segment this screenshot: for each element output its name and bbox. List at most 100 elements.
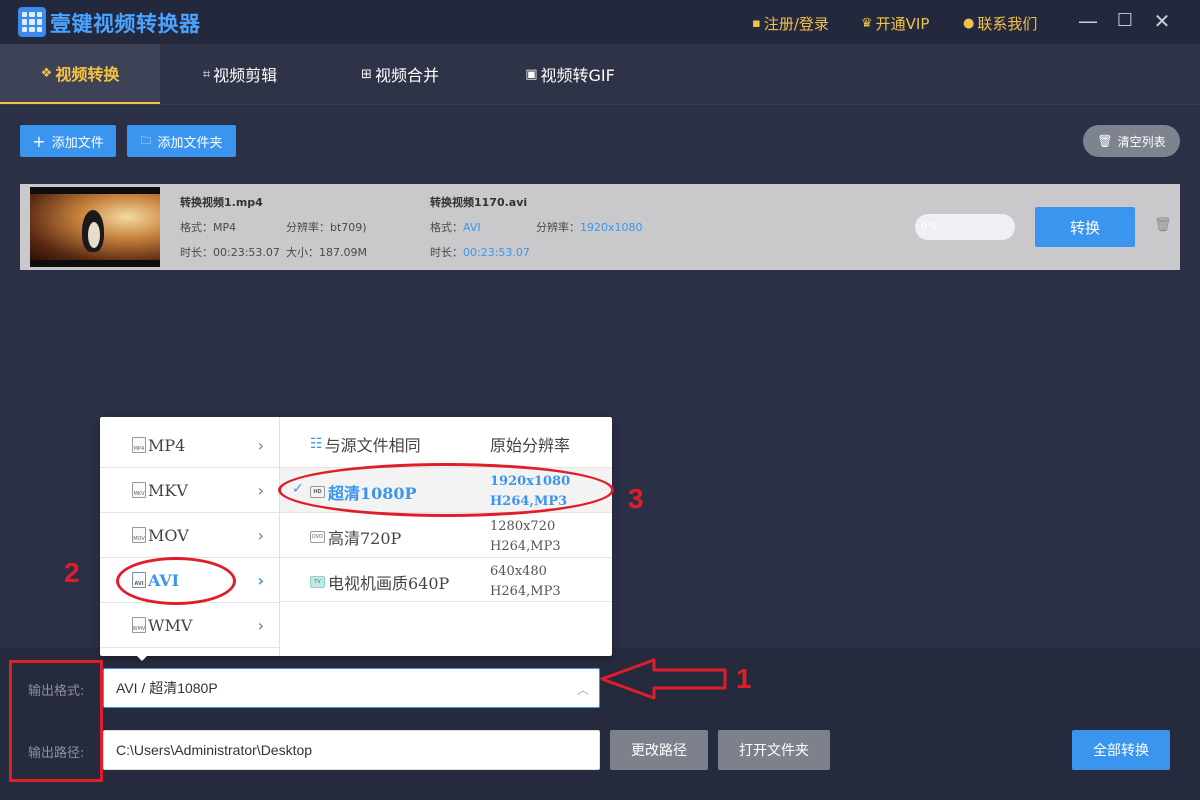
- source-size: 大小：187.09M: [286, 246, 367, 259]
- annotation-number-1: 1: [736, 663, 752, 694]
- app-title: 壹键视频转换器: [50, 12, 201, 36]
- tab-label: 视频合并: [374, 66, 439, 85]
- format-item-mp4[interactable]: MP4 MP4 ›: [100, 423, 280, 468]
- trash-icon: 🗑: [1097, 134, 1113, 148]
- tv-icon: TV: [310, 576, 325, 588]
- quality-label: 高清720P: [328, 529, 402, 548]
- same-as-source-label: 与源文件相同: [324, 436, 421, 455]
- quality-label: 电视机画质640P: [328, 574, 450, 593]
- quality-item-720p[interactable]: DVD 高清720P 1280x720 H264,MP3: [280, 512, 612, 557]
- format-label: MOV: [148, 525, 189, 545]
- annotation-ellipse-1080p: [278, 463, 614, 517]
- contact-label: 联系我们: [977, 15, 1038, 33]
- format-label: MKV: [148, 480, 188, 500]
- mkv-file-icon: MKV: [132, 482, 146, 498]
- tab-video-edit[interactable]: ⌗ 视频剪辑: [160, 44, 320, 104]
- format-label: MP4: [148, 435, 186, 455]
- close-icon[interactable]: ✕: [1152, 11, 1172, 31]
- contact-link[interactable]: ● 联系我们: [963, 13, 1037, 34]
- output-format-value: AVI / 超清1080P: [116, 680, 218, 696]
- tab-video-merge[interactable]: ⊞ 视频合并: [320, 44, 480, 104]
- vip-link[interactable]: ♛ 开通VIP: [861, 13, 929, 34]
- quality-item-640p[interactable]: TV 电视机画质640P 640x480 H264,MP3: [280, 557, 612, 602]
- tab-label: 视频转换: [55, 65, 120, 84]
- crown-icon: ♛: [861, 16, 873, 31]
- tab-video-convert[interactable]: ❖ 视频转换: [0, 44, 160, 104]
- gif-icon: ▣: [525, 66, 538, 82]
- mp4-file-icon: MP4: [132, 437, 146, 453]
- target-file-name: 转换视频1170.avi: [430, 196, 528, 209]
- app-logo-icon: [18, 7, 46, 37]
- format-item-mkv[interactable]: MKV MKV ›: [100, 468, 280, 513]
- sliders-icon: ☷: [310, 436, 323, 452]
- format-item-mov[interactable]: MOV MOV ›: [100, 513, 280, 558]
- headset-icon: ●: [963, 16, 975, 31]
- format-list: MP4 MP4 › MKV MKV › MOV MOV › AVI AVI › …: [100, 417, 280, 656]
- original-resolution-label: 原始分辨率: [490, 436, 571, 455]
- tab-label: 视频剪辑: [213, 66, 278, 85]
- add-folder-label: 添加文件夹: [157, 135, 223, 151]
- clear-list-button[interactable]: 🗑 清空列表: [1083, 125, 1180, 157]
- chevron-right-icon: ›: [257, 481, 264, 500]
- title-bar: 壹键视频转换器 ▪ 注册/登录 ♛ 开通VIP ● 联系我们 — ☐ ✕: [0, 0, 1200, 44]
- tab-label: 视频转GIF: [540, 66, 615, 85]
- tab-video-gif[interactable]: ▣ 视频转GIF: [480, 44, 660, 104]
- annotation-number-2: 2: [64, 557, 80, 588]
- quality-codec: H264,MP3: [490, 539, 561, 554]
- open-folder-button[interactable]: 打开文件夹: [718, 730, 830, 770]
- file-row: 转换视频1.mp4 格式：MP4 分辨率：bt709) 时长：00:23:53.…: [20, 184, 1180, 270]
- target-format: 格式：AVI: [430, 221, 481, 234]
- quality-resolution: 640x480: [490, 564, 547, 579]
- format-item-wmv[interactable]: WMV WMV ›: [100, 603, 280, 648]
- quality-header[interactable]: ☷ 与源文件相同 原始分辨率: [280, 417, 612, 467]
- output-format-select[interactable]: AVI / 超清1080P ︿: [103, 668, 600, 708]
- chevron-up-icon: ︿: [576, 683, 589, 697]
- annotation-arrow-icon: [600, 658, 727, 700]
- annotation-ellipse-avi: [116, 557, 236, 605]
- vip-label: 开通VIP: [875, 15, 930, 33]
- quality-codec: H264,MP3: [490, 584, 561, 599]
- cut-icon: ⌗: [202, 66, 211, 82]
- convert-all-button[interactable]: 全部转换: [1072, 730, 1170, 770]
- convert-icon: ❖: [40, 65, 53, 81]
- chevron-right-icon: ›: [257, 526, 264, 545]
- register-login-link[interactable]: ▪ 注册/登录: [752, 13, 829, 34]
- quality-resolution: 1280x720: [490, 519, 556, 534]
- plus-icon: +: [32, 131, 46, 151]
- wmv-file-icon: WMV: [132, 617, 146, 633]
- dvd-icon: DVD: [310, 531, 325, 543]
- clear-list-label: 清空列表: [1117, 134, 1166, 149]
- output-path-value: C:\Users\Administrator\Desktop: [116, 742, 313, 758]
- card-icon: ▪: [752, 16, 761, 31]
- add-file-button[interactable]: + 添加文件: [20, 125, 116, 157]
- minimize-icon[interactable]: —: [1078, 11, 1098, 31]
- format-dropdown: MP4 MP4 › MKV MKV › MOV MOV › AVI AVI › …: [100, 417, 612, 656]
- progress-bar: 0%: [915, 214, 1015, 240]
- add-file-label: 添加文件: [51, 135, 104, 151]
- annotation-number-3: 3: [628, 483, 644, 514]
- chevron-right-icon: ›: [257, 571, 264, 590]
- delete-icon[interactable]: 🗑: [1154, 217, 1172, 233]
- source-resolution: 分辨率：bt709): [286, 221, 367, 234]
- main-tabs: ❖ 视频转换 ⌗ 视频剪辑 ⊞ 视频合并 ▣ 视频转GIF: [0, 44, 1200, 105]
- progress-text: 0%: [921, 221, 937, 232]
- chevron-right-icon: ›: [257, 616, 264, 635]
- convert-button[interactable]: 转换: [1035, 207, 1135, 247]
- merge-icon: ⊞: [361, 66, 372, 82]
- source-format: 格式：MP4: [180, 221, 237, 234]
- format-label: WMV: [148, 615, 193, 635]
- maximize-icon[interactable]: ☐: [1115, 11, 1135, 31]
- add-folder-button[interactable]: 🗀 添加文件夹: [127, 125, 236, 157]
- register-login-label: 注册/登录: [763, 15, 829, 33]
- chevron-right-icon: ›: [257, 436, 264, 455]
- dropdown-caret: [135, 654, 149, 661]
- target-duration: 时长：00:23:53.07: [430, 246, 530, 259]
- source-duration: 时长：00:23:53.07: [180, 246, 280, 259]
- output-path-input[interactable]: C:\Users\Administrator\Desktop: [103, 730, 600, 770]
- annotation-box-labels: [9, 660, 103, 782]
- video-thumbnail: [30, 187, 160, 267]
- folder-icon: 🗀: [140, 133, 152, 147]
- target-resolution: 分辨率：1920x1080: [536, 221, 643, 234]
- mov-file-icon: MOV: [132, 527, 146, 543]
- change-path-button[interactable]: 更改路径: [610, 730, 708, 770]
